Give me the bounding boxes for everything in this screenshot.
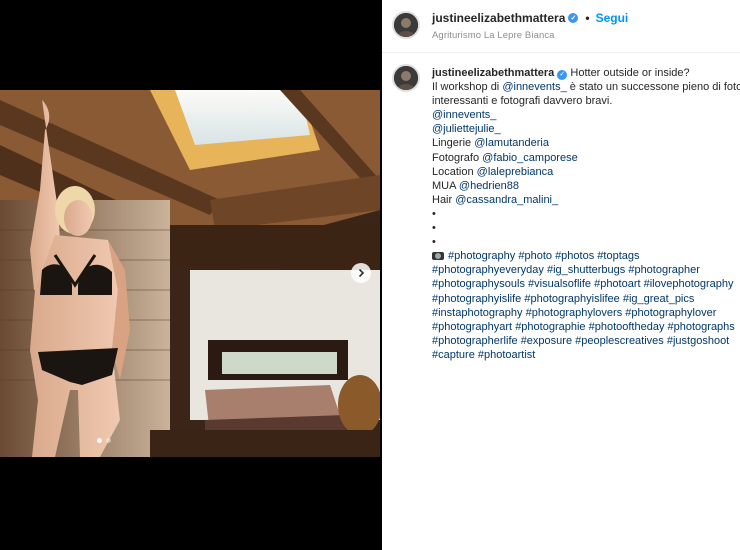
hashtag[interactable]: #capture — [432, 349, 475, 361]
hashtag[interactable]: #ig_shutterbugs — [547, 264, 625, 276]
post-media — [0, 0, 380, 550]
credit-handle[interactable]: @fabio_camporese — [482, 152, 578, 164]
hashtag[interactable]: #photo — [518, 250, 552, 262]
hashtag[interactable]: #photoartist — [478, 349, 535, 361]
caption-username[interactable]: justineelizabethmattera — [432, 67, 554, 79]
caption-intro-rest: è stato un successone pieno di foto — [569, 81, 740, 94]
hashtag[interactable]: #photoart — [594, 278, 640, 290]
caption-intro-line2: interessanti e fotografi davvero bravi. — [432, 95, 613, 108]
credit-handle[interactable]: @lamutanderia — [474, 137, 549, 149]
hashtag[interactable]: #ig_great_pics — [623, 293, 695, 305]
credit-label: Hair — [432, 193, 453, 206]
hashtag[interactable]: #visualsoflife — [528, 278, 591, 290]
hashtag[interactable]: #photographs — [668, 321, 735, 333]
hashtag[interactable]: #photooftheday — [589, 321, 665, 333]
post-details-panel: justineelizabethmattera ✓ • Segui Agritu… — [382, 0, 740, 550]
post-location[interactable]: Agriturismo La Lepre Bianca — [432, 30, 555, 41]
caption-mention[interactable]: @juliettejulie_ — [432, 122, 740, 136]
credit-handle[interactable]: @laleprebianca — [477, 166, 554, 178]
caption-intro-prefix: Il workshop di — [432, 81, 500, 94]
hashtag[interactable]: #toptags — [597, 250, 639, 262]
follow-button[interactable]: Segui — [596, 11, 629, 25]
hashtag[interactable]: #photographie — [515, 321, 585, 333]
camera-emoji-icon — [432, 252, 444, 261]
header-divider — [382, 52, 740, 53]
post-caption: justineelizabethmattera ✓ Hotter outside… — [432, 66, 740, 362]
carousel-indicator — [97, 438, 111, 443]
carousel-dot-active — [97, 438, 102, 443]
hashtag[interactable]: #photographyislifee — [524, 293, 619, 305]
hashtag[interactable]: #peoplescreatives — [575, 335, 664, 347]
caption-avatar[interactable] — [392, 64, 420, 92]
post-header: justineelizabethmattera ✓ • Segui — [432, 11, 628, 25]
hashtag[interactable]: #photographerlife — [432, 335, 518, 347]
post-photo[interactable] — [0, 90, 380, 457]
caption-mention[interactable]: @innevents_ — [502, 81, 566, 93]
avatar[interactable] — [392, 11, 420, 39]
header-separator: • — [585, 11, 590, 25]
hashtag[interactable]: #exposure — [521, 335, 572, 347]
credit-label: Fotografo — [432, 151, 480, 164]
hashtag[interactable]: #ilovephotography — [644, 278, 734, 290]
hashtag[interactable]: #photographyart — [432, 321, 512, 333]
header-username[interactable]: justineelizabethmattera — [432, 11, 565, 25]
carousel-dot — [106, 438, 111, 443]
caption-mention[interactable]: @innevents_ — [432, 108, 740, 122]
hashtag[interactable]: #photography — [448, 250, 515, 262]
verified-badge-icon: ✓ — [568, 13, 579, 23]
caption-title: Hotter outside or inside? — [570, 67, 690, 79]
next-slide-button[interactable] — [351, 263, 371, 283]
credit-label: Lingerie — [432, 137, 472, 150]
caption-bullet: • — [432, 236, 436, 249]
credit-handle[interactable]: @cassandra_malini_ — [455, 194, 558, 206]
credit-handle[interactable]: @hedrien88 — [459, 180, 519, 192]
avatar-image — [394, 13, 418, 37]
hashtag[interactable]: #instaphotography — [432, 307, 523, 319]
credit-label: MUA — [432, 179, 456, 192]
hashtag[interactable]: #photographer — [628, 264, 700, 276]
verified-badge-icon: ✓ — [557, 69, 568, 80]
hashtag[interactable]: #photos — [555, 250, 594, 262]
credit-label: Location — [432, 165, 474, 178]
chevron-right-icon — [358, 268, 365, 278]
caption-bullet: • — [432, 207, 436, 220]
caption-bullet: • — [432, 222, 436, 235]
hashtag[interactable]: #justgoshoot — [667, 335, 729, 347]
hashtag[interactable]: #photographylover — [625, 307, 716, 319]
hashtag[interactable]: #photographyeveryday — [432, 264, 544, 276]
photo-image — [0, 90, 380, 457]
hashtag[interactable]: #photographysouls — [432, 278, 525, 290]
hashtag[interactable]: #photographyislife — [432, 293, 521, 305]
hashtag[interactable]: #photographylovers — [526, 307, 623, 319]
avatar-image — [394, 66, 418, 90]
